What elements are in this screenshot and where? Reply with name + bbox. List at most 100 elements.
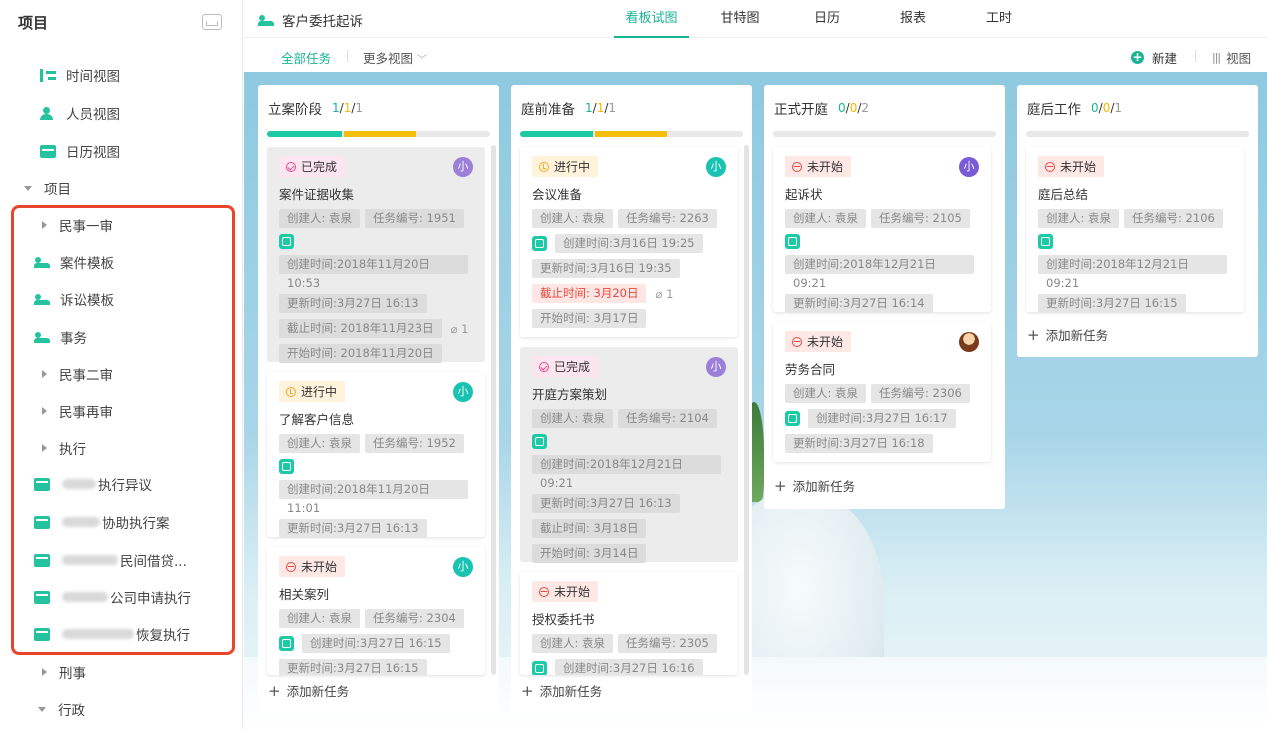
avatar[interactable]: 小: [453, 557, 473, 577]
updated-time-tag: 更新时间:3月27日 16:13: [279, 294, 427, 313]
avatar-photo[interactable]: [959, 332, 979, 352]
column-pretrial: 庭前准备 1/1/1 进行中 小 会议准备 创建人: 袁泉 任务编号: 2263 …: [511, 85, 752, 712]
card-tags: 创建人: 袁泉 任务编号: 2306 创建时间:3月27日 16:17 更新时间:…: [785, 381, 979, 456]
highlight-annotation-box: [11, 205, 235, 655]
task-card[interactable]: 进行中 小 会议准备 创建人: 袁泉 任务编号: 2263 创建时间:3月16日 …: [520, 147, 738, 337]
task-number-tag: 任务编号: 1952: [365, 434, 464, 453]
status-badge: 已完成: [532, 356, 599, 377]
all-tasks-filter[interactable]: 全部任务: [281, 48, 331, 67]
status-badge: 进行中: [279, 381, 346, 402]
status-label: 未开始: [1060, 160, 1097, 174]
more-views-dropdown[interactable]: 更多视图 ﹀: [363, 48, 427, 67]
card-title: 相关案列: [279, 587, 330, 602]
column-title: 立案阶段: [268, 102, 322, 118]
created-time-tag: 创建时间:3月27日 16:15: [302, 634, 450, 653]
inbox-icon[interactable]: [202, 14, 222, 30]
chevron-down-icon: ﹀: [417, 55, 427, 66]
avatar[interactable]: 小: [706, 357, 726, 377]
card-tags: 创建人: 袁泉 任务编号: 2105 创建时间:2018年12月21日 09:21…: [785, 206, 979, 316]
tab-calendar[interactable]: 日历: [798, 0, 856, 38]
count-done: 1: [585, 101, 593, 115]
avatar[interactable]: 小: [706, 157, 726, 177]
add-task-button[interactable]: + 添加新任务: [774, 476, 855, 495]
sidebar-item-criminal[interactable]: 刑事: [0, 657, 243, 687]
attachment-count: 1: [666, 286, 674, 301]
new-button[interactable]: + 新建: [1131, 48, 1177, 67]
sidebar-item-administrative[interactable]: 行政: [0, 694, 243, 724]
avatar[interactable]: 小: [453, 382, 473, 402]
column-scrollbar[interactable]: [491, 145, 496, 675]
progress-done: [520, 131, 593, 137]
more-views-label: 更多视图: [363, 51, 414, 66]
column-progress: [773, 131, 996, 137]
add-task-label: 添加新任务: [1045, 328, 1109, 343]
add-task-button[interactable]: + 添加新任务: [521, 681, 602, 700]
column-progress: [520, 131, 743, 137]
sidebar-project-group[interactable]: 项目: [0, 173, 243, 203]
task-number-tag: 任务编号: 2104: [618, 409, 717, 428]
count-total: 1: [1114, 101, 1123, 115]
sidebar-view-calendar[interactable]: 日历视图: [0, 136, 243, 166]
card-title: 起诉状: [785, 187, 823, 202]
avatar[interactable]: 小: [959, 157, 979, 177]
created-time-tag: 创建时间:2018年12月21日 09:21: [532, 455, 721, 490]
created-time-tag: 创建时间:2018年11月20日 11:01: [279, 480, 468, 515]
updated-time-tag: 更新时间:3月27日 16:15: [279, 659, 427, 675]
check-circle-icon: [286, 161, 296, 172]
creator-tag: 创建人: 袁泉: [1038, 209, 1120, 228]
task-card[interactable]: 未开始 劳务合同 创建人: 袁泉 任务编号: 2306 创建时间:3月27日 16…: [773, 322, 991, 462]
checklist-icon: [279, 234, 294, 249]
creator-tag: 创建人: 袁泉: [532, 209, 614, 228]
updated-time-tag: 更新时间:3月27日 16:13: [532, 494, 680, 513]
task-card[interactable]: 未开始 授权委托书 创建人: 袁泉 任务编号: 2305 创建时间:3月27日 1…: [520, 572, 738, 675]
task-card[interactable]: 已完成 小 开庭方案策划 创建人: 袁泉 任务编号: 2104 创建时间:2018…: [520, 347, 738, 563]
column-scrollbar[interactable]: [744, 145, 749, 675]
task-card[interactable]: 未开始 庭后总结 创建人: 袁泉 任务编号: 2106 创建时间:2018年12月…: [1026, 147, 1244, 313]
column-post-trial: 庭后工作 0/0/1 未开始 庭后总结 创建人: 袁泉 任务编号: 2106 创建…: [1017, 85, 1258, 357]
task-card[interactable]: 未开始 小 起诉状 创建人: 袁泉 任务编号: 2105 创建时间:2018年12…: [773, 147, 991, 313]
add-task-button[interactable]: + 添加新任务: [1027, 325, 1108, 344]
sidebar-view-timeline[interactable]: 时间视图: [0, 60, 243, 90]
add-task-label: 添加新任务: [792, 479, 856, 494]
tab-report[interactable]: 报表: [884, 0, 942, 38]
card-tags: 创建人: 袁泉 任务编号: 2104 创建时间:2018年12月21日 09:21…: [532, 406, 726, 566]
created-time-tag: 创建时间:3月16日 19:25: [555, 234, 703, 253]
status-label: 未开始: [554, 585, 591, 599]
creator-tag: 创建人: 袁泉: [279, 434, 361, 453]
card-title: 劳务合同: [785, 362, 836, 377]
column-count: 0/0/1: [1091, 101, 1123, 115]
minus-circle-icon: [286, 561, 296, 572]
card-tags: 创建人: 袁泉 任务编号: 2263 创建时间:3月16日 19:25 更新时间:…: [532, 206, 726, 331]
creator-tag: 创建人: 袁泉: [279, 609, 361, 628]
checklist-icon: [1038, 234, 1053, 249]
status-label: 未开始: [301, 560, 338, 574]
status-label: 未开始: [807, 160, 844, 174]
status-label: 进行中: [301, 385, 338, 399]
add-task-button[interactable]: + 添加新任务: [268, 681, 349, 700]
sidebar-item-label: 时间视图: [66, 69, 120, 85]
task-number-tag: 任务编号: 2263: [618, 209, 717, 228]
view-button[interactable]: ||| 视图: [1212, 48, 1251, 67]
avatar[interactable]: 小: [453, 157, 473, 177]
tab-gantt[interactable]: 甘特图: [709, 0, 771, 38]
plus-icon: +: [268, 682, 281, 700]
count-doing: 1: [596, 101, 605, 115]
start-time-tag: 开始时间: 3月17日: [532, 309, 647, 328]
task-number-tag: 任务编号: 2306: [871, 384, 970, 403]
checklist-icon: [785, 411, 800, 426]
task-number-tag: 任务编号: 2304: [365, 609, 464, 628]
plus-icon: +: [774, 477, 787, 495]
tab-worktime[interactable]: 工时: [970, 0, 1028, 38]
minus-circle-icon: [792, 161, 802, 172]
status-badge: 已完成: [279, 156, 346, 177]
updated-time-tag: 更新时间:3月27日 16:15: [1038, 294, 1186, 313]
task-card[interactable]: 进行中 小 了解客户信息 创建人: 袁泉 任务编号: 1952 创建时间:2018…: [267, 372, 485, 538]
task-card[interactable]: 已完成 小 案件证据收集 创建人: 袁泉 任务编号: 1951 创建时间:2018…: [267, 147, 485, 363]
sidebar-view-people[interactable]: 人员视图: [0, 98, 243, 128]
tab-kanban[interactable]: 看板试图: [614, 0, 689, 38]
project-name: 客户委托起诉: [258, 10, 363, 30]
creator-tag: 创建人: 袁泉: [279, 209, 361, 228]
task-card[interactable]: 未开始 小 相关案列 创建人: 袁泉 任务编号: 2304 创建时间:3月27日 …: [267, 547, 485, 675]
add-task-label: 添加新任务: [539, 684, 603, 699]
new-label: 新建: [1152, 51, 1178, 66]
